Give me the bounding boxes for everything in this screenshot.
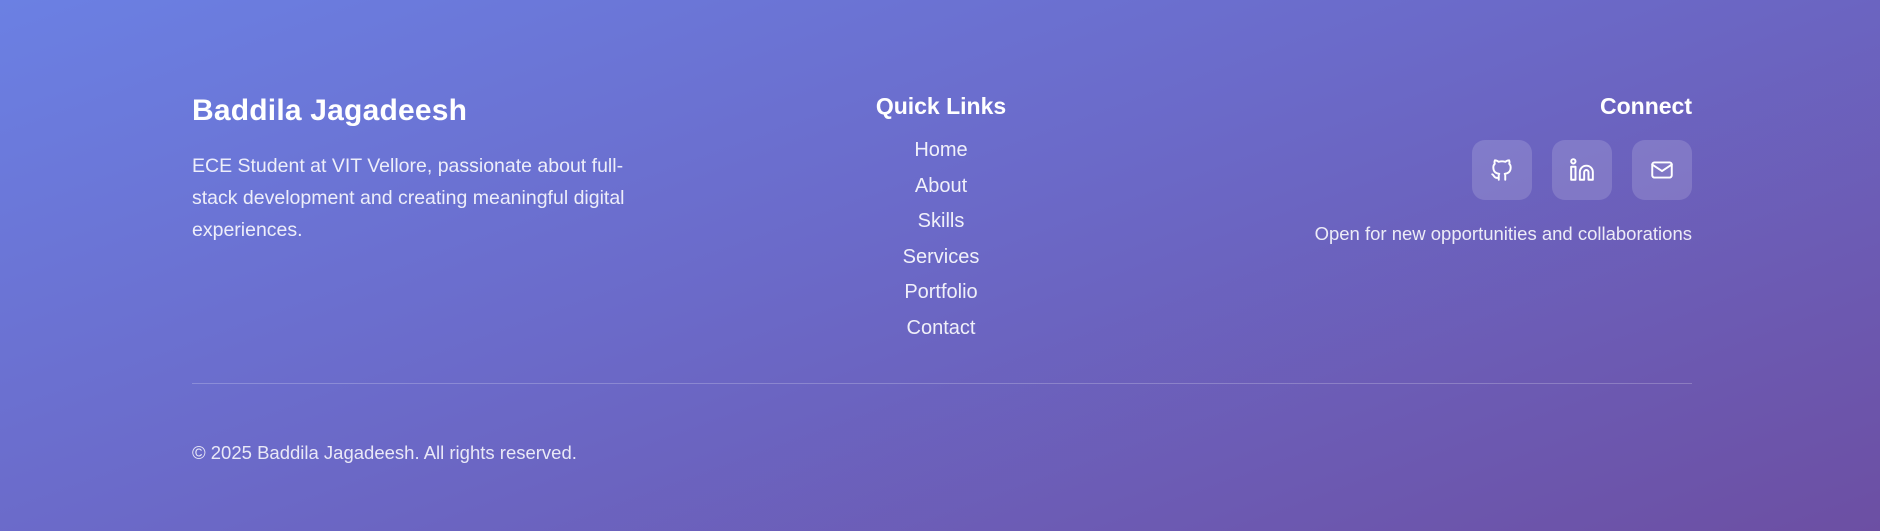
- brand-description: ECE Student at VIT Vellore, passionate a…: [192, 155, 625, 241]
- mail-icon: [1651, 161, 1673, 179]
- github-icon: [1491, 159, 1512, 181]
- brand-name: Baddila Jagadeesh: [192, 94, 468, 127]
- quick-link-home[interactable]: Home: [841, 133, 1041, 169]
- social-links: [1212, 140, 1692, 200]
- quick-links-list: Home About Skills Services Portfolio Con…: [841, 133, 1041, 347]
- quick-links-title: Quick Links: [875, 93, 1007, 119]
- copyright-text: © 2025 Baddila Jagadeesh. All rights res…: [192, 442, 577, 463]
- footer-divider: [192, 383, 1692, 384]
- connect-note: Open for new opportunities and collabora…: [1314, 223, 1692, 244]
- linkedin-button[interactable]: [1552, 140, 1612, 200]
- site-footer: Baddila Jagadeesh ECE Student at VIT Vel…: [0, 0, 1880, 531]
- quick-link-skills[interactable]: Skills: [841, 204, 1041, 240]
- linkedin-icon: [1570, 158, 1594, 181]
- brand-column: Baddila Jagadeesh ECE Student at VIT Vel…: [192, 92, 662, 246]
- github-button[interactable]: [1472, 140, 1532, 200]
- quick-links-column: Quick Links Home About Skills Services P…: [841, 90, 1041, 347]
- email-button[interactable]: [1632, 140, 1692, 200]
- connect-title: Connect: [1600, 93, 1692, 119]
- quick-link-portfolio[interactable]: Portfolio: [841, 275, 1041, 311]
- quick-link-about[interactable]: About: [841, 169, 1041, 205]
- connect-column: Connect Open for new opportunities and c…: [1212, 90, 1692, 246]
- quick-link-contact[interactable]: Contact: [841, 311, 1041, 347]
- quick-link-services[interactable]: Services: [841, 240, 1041, 276]
